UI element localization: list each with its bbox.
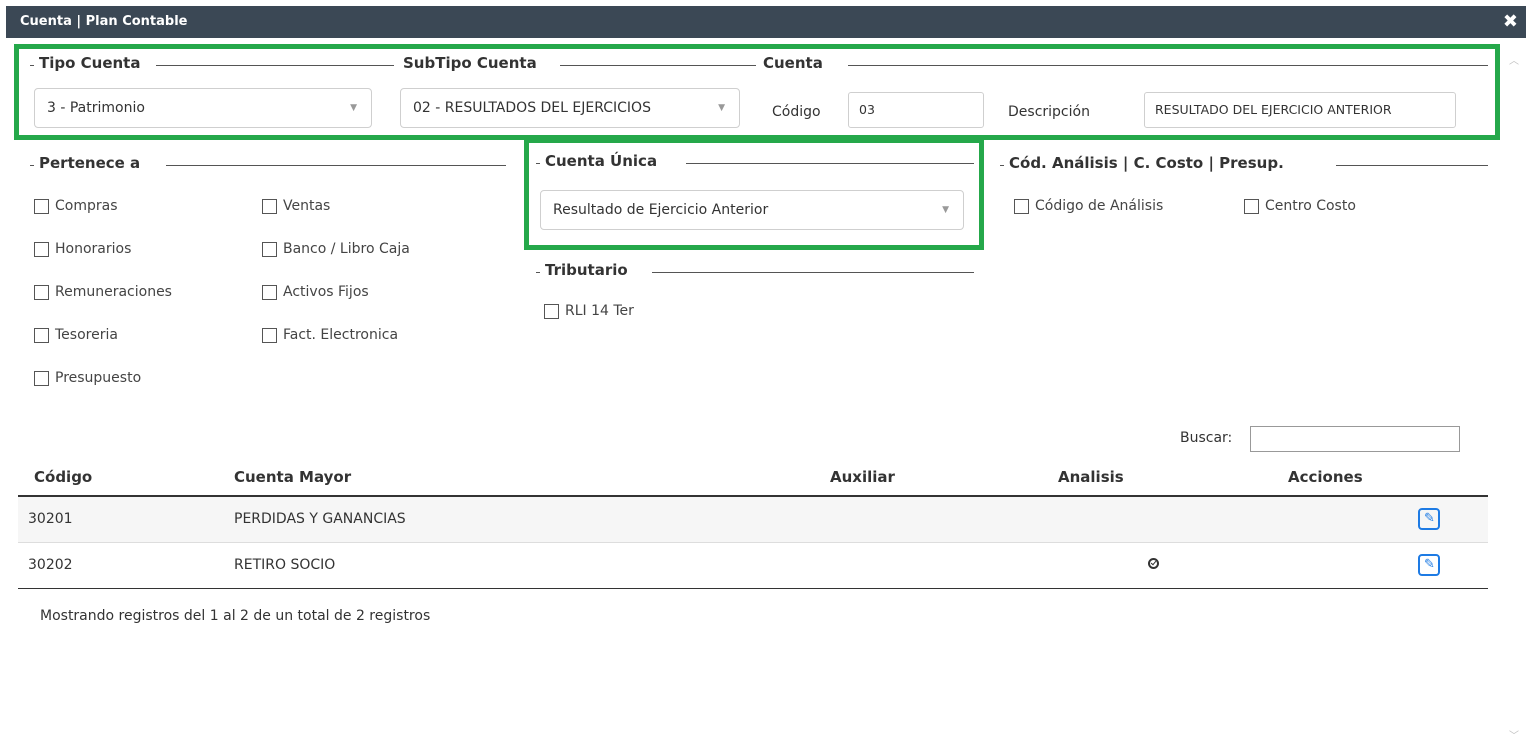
check-circle-icon <box>1148 558 1159 569</box>
checkbox-fact-electronica[interactable]: Fact. Electronica <box>262 327 398 343</box>
checkbox-label: Centro Costo <box>1265 198 1356 214</box>
checkbox-label: RLI 14 Ter <box>565 303 634 319</box>
cell-codigo: 30202 <box>18 542 234 589</box>
cell-acciones: ✎ <box>1288 542 1488 589</box>
checkbox-label: Ventas <box>283 198 331 214</box>
pertenece-title: Pertenece a <box>34 154 146 172</box>
cell-auxiliar <box>830 542 1058 589</box>
scroll-up-icon[interactable]: ︿ <box>1509 52 1519 67</box>
search-input[interactable] <box>1250 426 1460 452</box>
column-header-codigo[interactable]: Código <box>18 458 234 497</box>
table-row[interactable]: 30202 RETIRO SOCIO ✎ <box>18 542 1488 589</box>
table-info: Mostrando registros del 1 al 2 de un tot… <box>40 608 431 624</box>
edit-icon[interactable]: ✎ <box>1418 508 1440 531</box>
edit-icon[interactable]: ✎ <box>1418 554 1440 576</box>
checkbox-rli-14-ter[interactable]: RLI 14 Ter <box>544 303 634 319</box>
scroll-down-icon[interactable]: ﹀ <box>1509 727 1519 742</box>
divider <box>166 165 506 166</box>
divider <box>1336 165 1488 166</box>
checkbox-ventas[interactable]: Ventas <box>262 198 330 214</box>
checkbox-honorarios[interactable]: Honorarios <box>34 241 131 257</box>
checkbox-label: Banco / Libro Caja <box>283 241 410 257</box>
checkbox-box[interactable] <box>262 241 277 257</box>
cell-analisis <box>1058 496 1288 543</box>
checkbox-box[interactable] <box>262 198 277 214</box>
column-header-auxiliar[interactable]: Auxiliar <box>830 458 1058 497</box>
checkbox-box[interactable] <box>34 327 49 343</box>
checkbox-label: Presupuesto <box>55 370 142 386</box>
checkbox-box[interactable] <box>1244 198 1259 214</box>
cell-auxiliar <box>830 496 1058 543</box>
checkbox-box[interactable] <box>1014 198 1029 214</box>
checkbox-label: Código de Análisis <box>1035 198 1164 214</box>
checkbox-box[interactable] <box>34 241 49 257</box>
checkbox-box[interactable] <box>544 303 559 319</box>
search-label: Buscar: <box>1180 430 1233 446</box>
table-row[interactable]: 30201 PERDIDAS Y GANANCIAS ✎ <box>18 496 1488 543</box>
checkbox-label: Remuneraciones <box>55 284 172 300</box>
column-header-cuenta-mayor[interactable]: Cuenta Mayor <box>234 458 830 497</box>
column-header-analisis[interactable]: Analisis <box>1058 458 1288 497</box>
cell-codigo: 30201 <box>18 496 234 543</box>
checkbox-compras[interactable]: Compras <box>34 198 118 214</box>
checkbox-banco-libro-caja[interactable]: Banco / Libro Caja <box>262 241 410 257</box>
column-header-acciones: Acciones <box>1288 458 1488 497</box>
cell-cuenta-mayor: RETIRO SOCIO <box>234 542 830 589</box>
dialog-content: Tipo Cuenta SubTipo Cuenta Cuenta 3 - Pa… <box>6 38 1526 752</box>
close-icon[interactable]: ✖ <box>1503 6 1518 38</box>
cell-analisis <box>1058 542 1288 589</box>
checkbox-box[interactable] <box>34 198 49 214</box>
checkbox-centro-costo[interactable]: Centro Costo <box>1244 198 1356 214</box>
checkbox-remuneraciones[interactable]: Remuneraciones <box>34 284 172 300</box>
checkbox-label: Activos Fijos <box>283 284 369 300</box>
analisis-title: Cód. Análisis | C. Costo | Presup. <box>1004 154 1289 172</box>
divider <box>652 272 974 273</box>
checkbox-box[interactable] <box>262 284 277 300</box>
cell-acciones: ✎ <box>1288 496 1488 543</box>
table-header-row: Código Cuenta Mayor Auxiliar Analisis Ac… <box>18 458 1488 497</box>
highlight-box-cuenta-unica <box>524 138 984 250</box>
checkbox-tesoreria[interactable]: Tesoreria <box>34 327 118 343</box>
checkbox-activos-fijos[interactable]: Activos Fijos <box>262 284 369 300</box>
window-titlebar: Cuenta | Plan Contable ✖ <box>6 6 1526 38</box>
vertical-scrollbar[interactable]: ︿ ﹀ <box>1504 38 1526 752</box>
checkbox-codigo-analisis[interactable]: Código de Análisis <box>1014 198 1163 214</box>
window-title: Cuenta | Plan Contable <box>20 14 188 29</box>
accounts-table: Código Cuenta Mayor Auxiliar Analisis Ac… <box>18 458 1488 589</box>
checkbox-box[interactable] <box>34 284 49 300</box>
checkbox-label: Compras <box>55 198 118 214</box>
checkbox-presupuesto[interactable]: Presupuesto <box>34 370 141 386</box>
checkbox-label: Tesoreria <box>55 327 118 343</box>
highlight-box-top <box>14 44 1500 140</box>
checkbox-box[interactable] <box>34 370 49 386</box>
tributario-title: Tributario <box>540 261 633 279</box>
cell-cuenta-mayor: PERDIDAS Y GANANCIAS <box>234 496 830 543</box>
checkbox-label: Fact. Electronica <box>283 327 399 343</box>
checkbox-label: Honorarios <box>55 241 132 257</box>
checkbox-box[interactable] <box>262 327 277 343</box>
